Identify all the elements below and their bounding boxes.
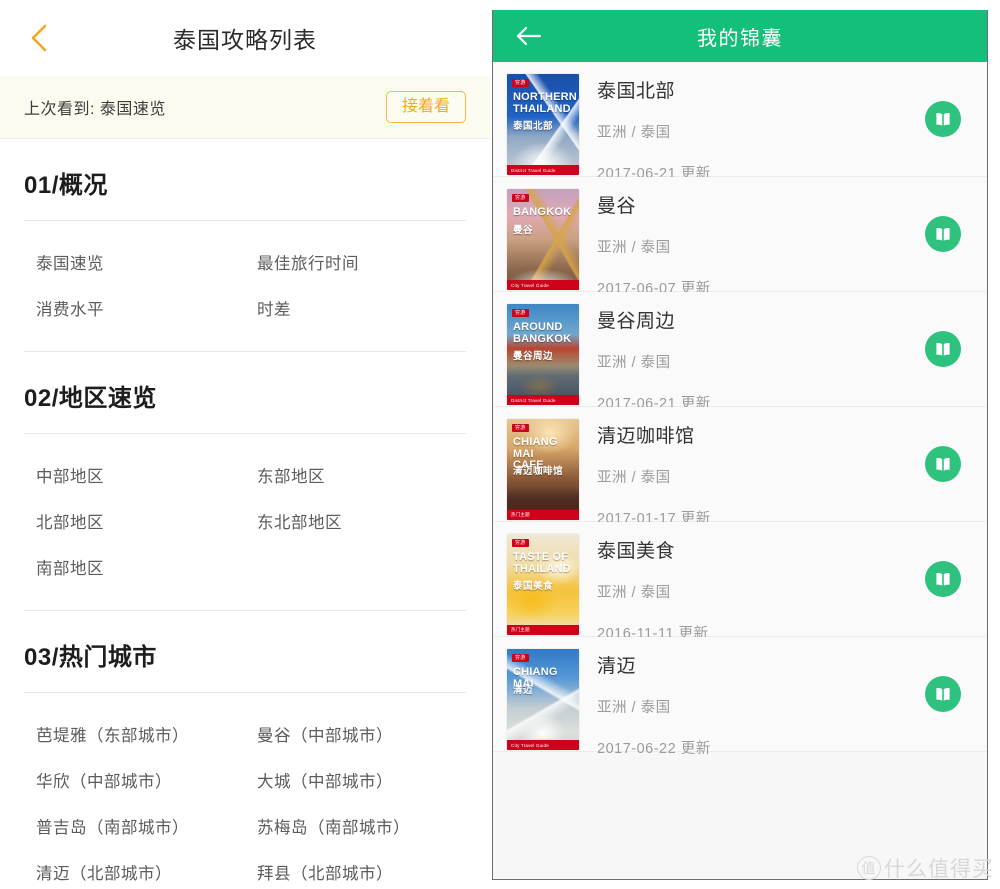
cover-footer: City Travel Guide	[507, 740, 579, 750]
cover-cn-title: 曼谷周边	[513, 351, 554, 362]
chevron-left-icon[interactable]	[22, 21, 56, 55]
continue-reading-button[interactable]: 接着看	[385, 91, 466, 123]
guide-location: 亚洲 / 泰国	[597, 125, 671, 141]
cover-footer: City Travel Guide	[507, 280, 579, 290]
guide-name: 曼谷	[597, 196, 637, 217]
cover-footer: 热门主题	[507, 510, 579, 520]
open-book-icon[interactable]	[925, 216, 961, 252]
guide-name: 曼谷周边	[597, 311, 676, 332]
left-header: 泰国攻略列表	[0, 0, 490, 76]
cover-en-title: AROUND BANGKOK	[513, 321, 572, 345]
section-title: 02/地区速览	[24, 385, 157, 412]
guide-link[interactable]: 东北部地区	[245, 498, 466, 544]
guide-link[interactable]: 泰国速览	[24, 239, 245, 285]
section-item-grid: 泰国速览 最佳旅行时间 消费水平 时差	[24, 221, 466, 351]
guide-location: 亚洲 / 泰国	[597, 240, 671, 256]
cover-footer: District Travel Guide	[507, 395, 579, 405]
guide-location: 亚洲 / 泰国	[597, 585, 671, 601]
cover-en-title: BANGKOK	[513, 206, 572, 218]
cover-brand-badge: 穷游	[512, 424, 529, 432]
open-book-icon[interactable]	[925, 101, 961, 137]
guide-cover-thumbnail: 穷游 TASTE OF THAILAND 泰国美食 热门主题	[507, 534, 579, 635]
guide-link[interactable]: 中部地区	[24, 452, 245, 498]
cover-cn-title: 清迈咖啡馆	[513, 466, 564, 477]
section-item-grid: 芭堤雅（东部城市） 曼谷（中部城市） 华欣（中部城市） 大城（中部城市） 普吉岛…	[24, 693, 466, 889]
cover-brand-badge: 穷游	[512, 539, 529, 547]
cover-brand-badge: 穷游	[512, 79, 529, 87]
cover-cn-title: 清迈	[513, 685, 534, 696]
guide-card-list: 穷游 NORTHERN THAILAND 泰国北部 District Trave…	[493, 62, 987, 757]
list-item[interactable]: 穷游 AROUND BANGKOK 曼谷周边 District Travel G…	[493, 292, 987, 412]
guide-name: 清迈咖啡馆	[597, 426, 695, 447]
guide-info: 泰国美食 亚洲 / 泰国 2016-11-11 更新	[579, 534, 973, 643]
my-guides-panel: 我的锦囊 穷游 NORTHERN THAILAND 泰国北部 District …	[492, 10, 988, 880]
guide-link[interactable]: 消费水平	[24, 285, 245, 331]
guide-link[interactable]: 大城（中部城市）	[245, 757, 466, 803]
open-book-icon[interactable]	[925, 676, 961, 712]
guide-cover-thumbnail: 穷游 BANGKOK 曼谷 City Travel Guide	[507, 189, 579, 290]
screenshot-root: 泰国攻略列表 上次看到: 泰国速览 接着看 01/概况 泰国速览 最佳旅行时间 …	[0, 0, 1000, 889]
cover-brand-badge: 穷游	[512, 309, 529, 317]
guide-link[interactable]: 苏梅岛（南部城市）	[245, 803, 466, 849]
guide-link[interactable]: 拜县（北部城市）	[245, 849, 466, 889]
guide-name: 清迈	[597, 656, 637, 677]
resume-banner: 上次看到: 泰国速览 接着看	[0, 76, 490, 139]
guide-link[interactable]: 北部地区	[24, 498, 245, 544]
section-popular-cities: 03/热门城市 芭堤雅（东部城市） 曼谷（中部城市） 华欣（中部城市） 大城（中…	[0, 611, 490, 889]
cover-footer: District Travel Guide	[507, 165, 579, 175]
section-regions: 02/地区速览 中部地区 东部地区 北部地区 东北部地区 南部地区	[0, 352, 490, 611]
right-header: 我的锦囊	[493, 10, 987, 62]
cover-brand-badge: 穷游	[512, 194, 529, 202]
section-title: 01/概况	[24, 172, 108, 199]
guide-cover-thumbnail: 穷游 CHIANG MAI 清迈 City Travel Guide	[507, 649, 579, 750]
guide-link[interactable]: 南部地区	[24, 544, 245, 590]
guide-link[interactable]: 芭堤雅（东部城市）	[24, 711, 245, 757]
cover-cn-title: 泰国美食	[513, 581, 554, 592]
guide-info: 清迈 亚洲 / 泰国 2017-06-22 更新	[579, 649, 973, 758]
guide-cover-thumbnail: 穷游 AROUND BANGKOK 曼谷周边 District Travel G…	[507, 304, 579, 405]
guide-cover-thumbnail: 穷游 NORTHERN THAILAND 泰国北部 District Trave…	[507, 74, 579, 175]
list-item[interactable]: 穷游 CHIANG MAI 清迈 City Travel Guide 清迈 亚洲…	[493, 637, 987, 757]
guide-link[interactable]: 华欣（中部城市）	[24, 757, 245, 803]
cover-footer: 热门主题	[507, 625, 579, 635]
guide-list-panel: 泰国攻略列表 上次看到: 泰国速览 接着看 01/概况 泰国速览 最佳旅行时间 …	[0, 0, 490, 889]
guide-info: 清迈咖啡馆 亚洲 / 泰国 2017-01-17 更新	[579, 419, 973, 528]
guide-link[interactable]: 清迈（北部城市）	[24, 849, 245, 889]
list-item[interactable]: 穷游 BANGKOK 曼谷 City Travel Guide 曼谷 亚洲 / …	[493, 177, 987, 297]
guide-info: 曼谷周边 亚洲 / 泰国 2017-06-21 更新	[579, 304, 973, 413]
list-item[interactable]: 穷游 CHIANG MAI CAFE 清迈咖啡馆 热门主题 清迈咖啡馆 亚洲 /…	[493, 407, 987, 527]
cover-brand-badge: 穷游	[512, 654, 529, 662]
list-item[interactable]: 穷游 TASTE OF THAILAND 泰国美食 热门主题 泰国美食 亚洲 /…	[493, 522, 987, 642]
guide-info: 泰国北部 亚洲 / 泰国 2017-06-21 更新	[579, 74, 973, 183]
guide-link[interactable]: 普吉岛（南部城市）	[24, 803, 245, 849]
section-overview: 01/概况 泰国速览 最佳旅行时间 消费水平 时差	[0, 139, 490, 352]
open-book-icon[interactable]	[925, 561, 961, 597]
open-book-icon[interactable]	[925, 331, 961, 367]
panel-title: 我的锦囊	[697, 27, 783, 50]
guide-link[interactable]: 曼谷（中部城市）	[245, 711, 466, 757]
guide-link[interactable]: 最佳旅行时间	[245, 239, 466, 285]
section-item-grid: 中部地区 东部地区 北部地区 东北部地区 南部地区	[24, 434, 466, 610]
resume-banner-text: 上次看到: 泰国速览	[24, 101, 166, 118]
guide-name: 泰国美食	[597, 541, 676, 562]
open-book-icon[interactable]	[925, 446, 961, 482]
guide-link[interactable]: 东部地区	[245, 452, 466, 498]
section-title: 03/热门城市	[24, 644, 157, 671]
cover-cn-title: 曼谷	[513, 225, 534, 236]
guide-link[interactable]: 时差	[245, 285, 466, 331]
guide-location: 亚洲 / 泰国	[597, 470, 671, 486]
page-title: 泰国攻略列表	[173, 27, 317, 53]
cover-en-title: TASTE OF THAILAND	[513, 551, 571, 575]
cover-cn-title: 泰国北部	[513, 121, 554, 132]
arrow-left-icon[interactable]	[513, 21, 543, 51]
cover-en-title: NORTHERN THAILAND	[513, 91, 577, 115]
guide-location: 亚洲 / 泰国	[597, 700, 671, 716]
guide-location: 亚洲 / 泰国	[597, 355, 671, 371]
guide-info: 曼谷 亚洲 / 泰国 2017-06-07 更新	[579, 189, 973, 298]
guide-cover-thumbnail: 穷游 CHIANG MAI CAFE 清迈咖啡馆 热门主题	[507, 419, 579, 520]
list-item[interactable]: 穷游 NORTHERN THAILAND 泰国北部 District Trave…	[493, 62, 987, 182]
guide-name: 泰国北部	[597, 81, 676, 102]
guide-update-date: 2017-06-22 更新	[597, 741, 711, 757]
